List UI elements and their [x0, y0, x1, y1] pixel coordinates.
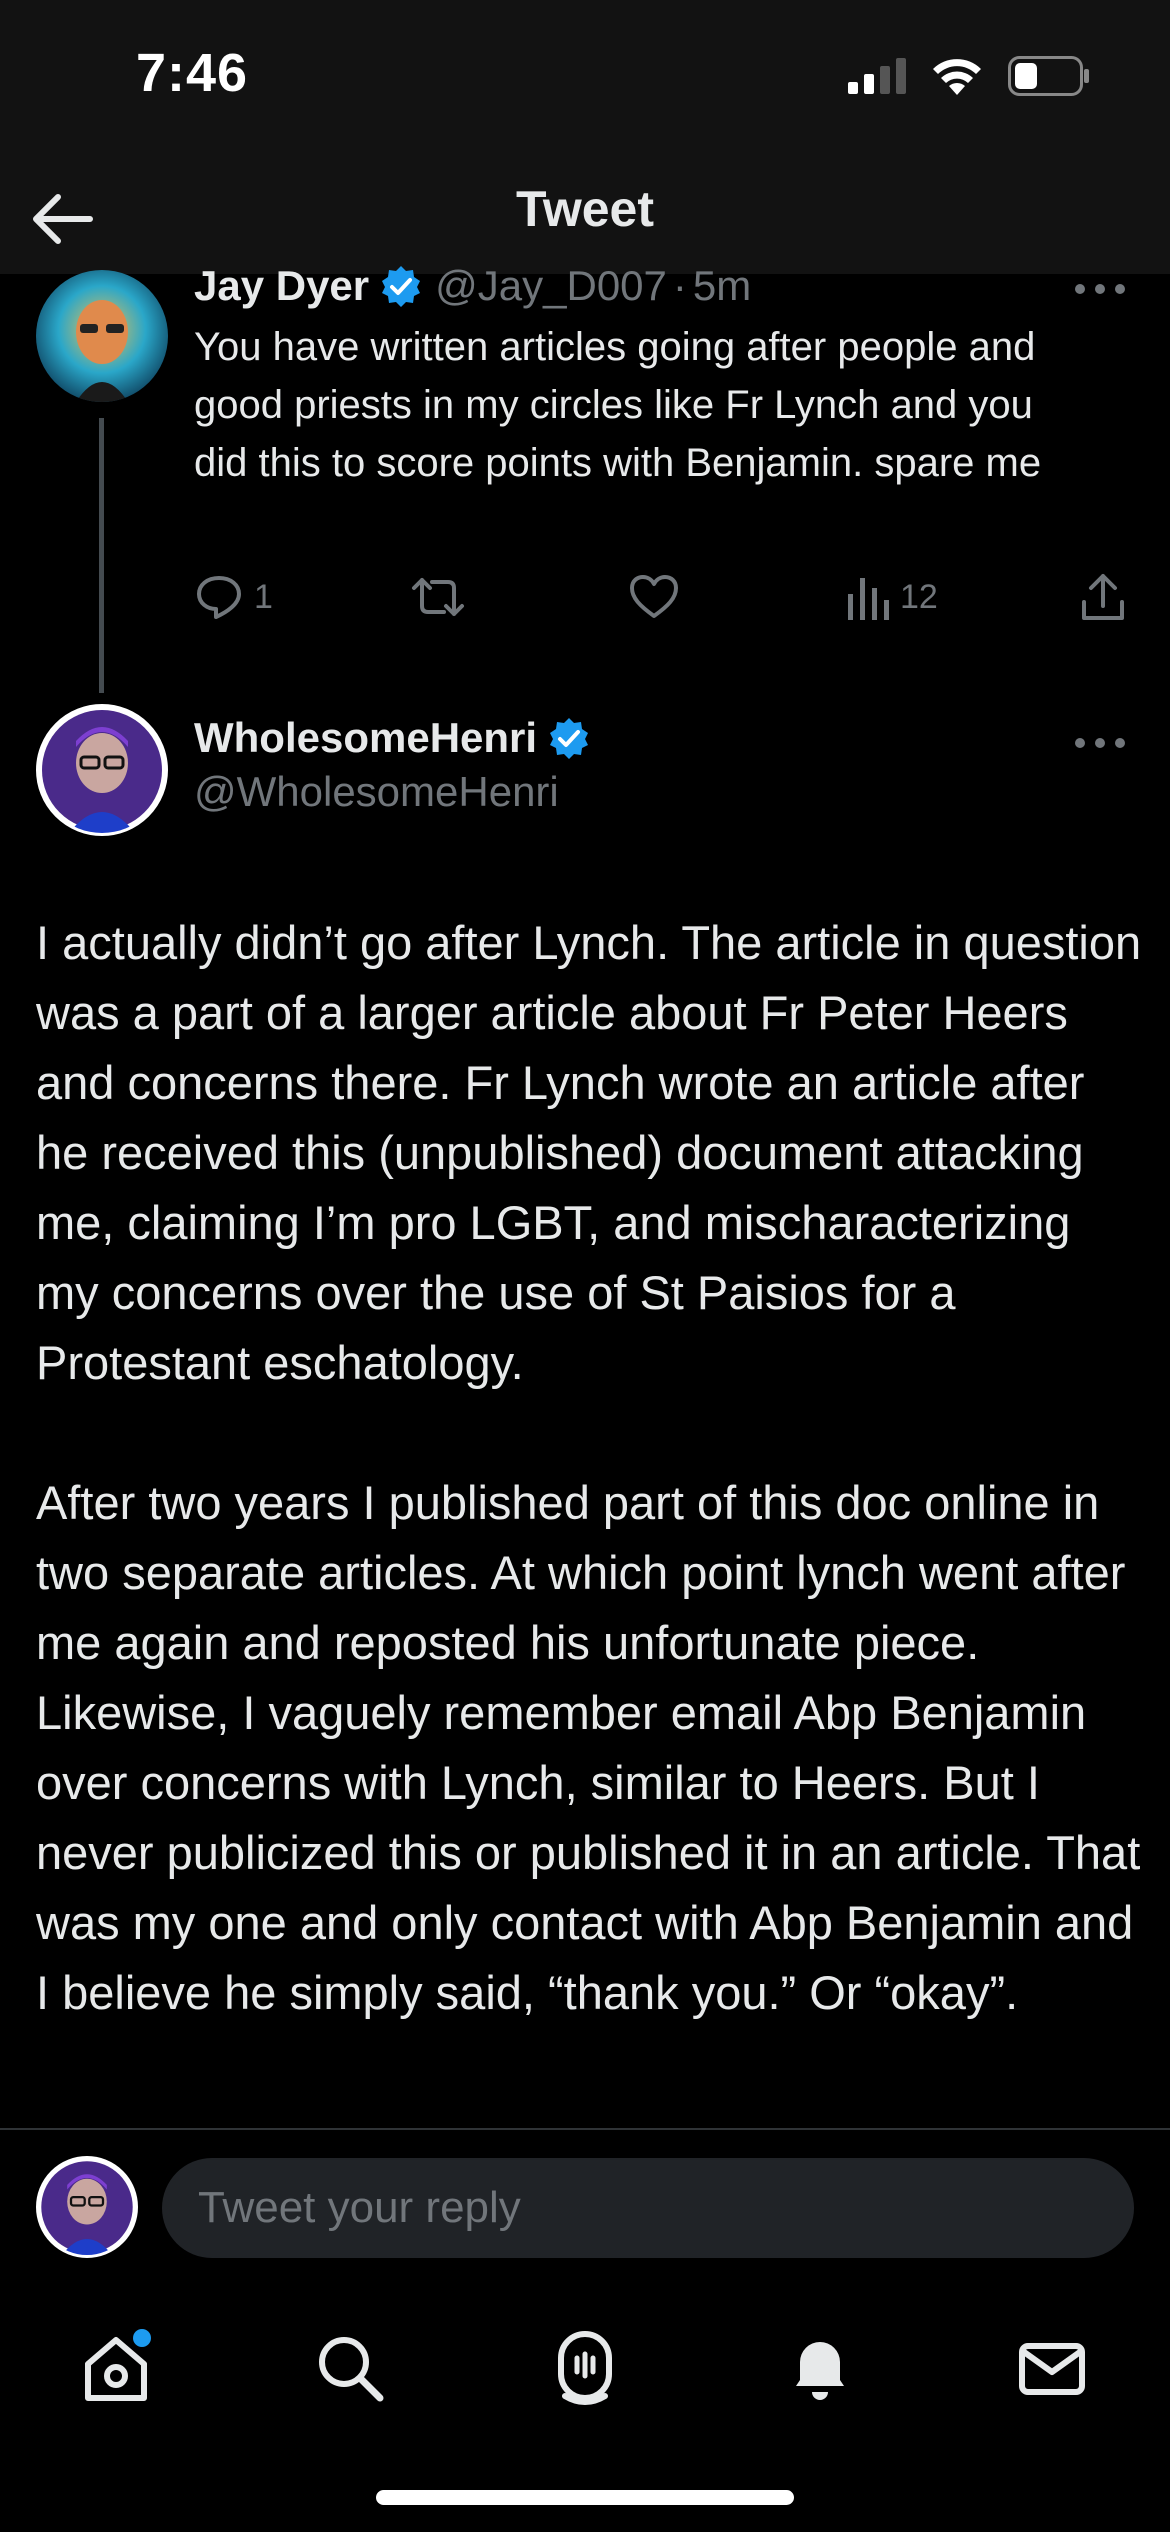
main-author-name[interactable]: WholesomeHenri: [194, 714, 537, 762]
my-avatar[interactable]: [36, 2156, 138, 2258]
reply-count: 1: [254, 577, 273, 616]
search-icon[interactable]: [310, 2328, 390, 2408]
view-count: 12: [900, 577, 938, 616]
top-nav-header: Tweet: [0, 150, 1170, 274]
more-options-icon[interactable]: [1070, 728, 1130, 758]
verified-badge-icon: [550, 718, 589, 759]
status-time: 7:46: [136, 43, 249, 103]
cellular-signal-icon: [848, 58, 906, 94]
page-title: Tweet: [516, 181, 654, 237]
home-indicator[interactable]: [376, 2490, 794, 2505]
separator-dot: ·: [672, 262, 687, 309]
heart-icon: [630, 575, 678, 618]
status-bar: 7:46: [0, 0, 1170, 150]
views-button[interactable]: 12: [846, 572, 938, 622]
thread-line: [99, 418, 104, 693]
home-icon[interactable]: [76, 2328, 156, 2408]
spaces-icon[interactable]: [545, 2328, 625, 2408]
share-button[interactable]: [1080, 572, 1126, 622]
main-tweet-text: I actually didn’t go after Lynch. The ar…: [36, 908, 1146, 2098]
avatar-jay-dyer[interactable]: [36, 270, 168, 402]
reply-icon: [197, 576, 241, 619]
more-options-icon[interactable]: [1070, 274, 1130, 304]
reply-composer: [0, 2130, 1170, 2292]
reply-author-handle[interactable]: @Jay_D007: [435, 262, 667, 310]
main-tweet-author-row: WholesomeHenri: [194, 714, 591, 762]
reply-input[interactable]: [162, 2158, 1134, 2258]
reply-tweet-author-row: Jay Dyer @Jay_D007 · 5m: [194, 262, 751, 310]
bell-icon[interactable]: [780, 2328, 860, 2408]
main-author-handle[interactable]: @WholesomeHenri: [194, 768, 559, 816]
battery-icon: [1008, 56, 1089, 96]
reply-button[interactable]: 1: [194, 572, 273, 622]
share-icon: [1082, 574, 1124, 620]
reply-tweet-actions: 1 12: [0, 572, 1170, 632]
main-tweet-paragraph: I actually didn’t go after Lynch. The ar…: [36, 916, 1142, 1389]
wifi-icon: [933, 59, 981, 95]
reply-author-name[interactable]: Jay Dyer: [194, 262, 369, 310]
avatar-wholesomehenri[interactable]: [36, 704, 168, 836]
like-button[interactable]: [628, 572, 680, 622]
reply-tweet-text: You have written articles going after pe…: [194, 325, 1042, 485]
main-tweet-handle-row: @WholesomeHenri: [194, 768, 559, 816]
main-tweet-paragraph: After two years I published part of this…: [36, 1476, 1141, 2019]
mail-icon[interactable]: [1012, 2328, 1092, 2408]
status-icons: [848, 56, 1090, 96]
retweet-button[interactable]: [410, 572, 466, 622]
views-icon: [848, 578, 889, 620]
verified-badge-icon: [382, 266, 421, 307]
reply-timestamp[interactable]: 5m: [693, 262, 751, 310]
retweet-icon: [412, 578, 464, 616]
